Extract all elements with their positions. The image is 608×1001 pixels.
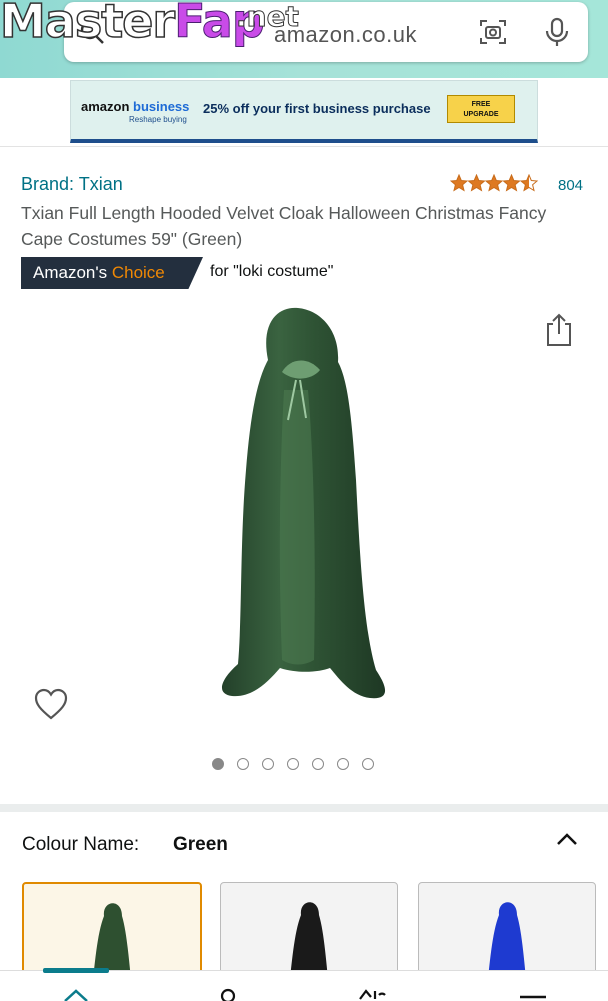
badge-for-text: for "loki costume" xyxy=(210,263,334,280)
product-title: Txian Full Length Hooded Velvet Cloak Ha… xyxy=(21,203,547,249)
ad-logo: amazon business xyxy=(81,99,189,114)
pagination-dot[interactable] xyxy=(337,758,349,770)
image-pagination[interactable] xyxy=(212,758,374,770)
ad-logo-biz: business xyxy=(133,99,190,114)
ad-button-line2: UPGRADE xyxy=(463,111,499,118)
account-icon[interactable] xyxy=(213,985,243,1001)
ad-banner-area: amazon business Reshape buying 25% off y… xyxy=(0,78,608,147)
ad-upgrade-button[interactable]: FREE UPGRADE xyxy=(447,95,515,123)
camera-scan-icon[interactable] xyxy=(478,17,508,47)
share-icon[interactable] xyxy=(543,312,575,348)
badge-label: Amazon's Choice xyxy=(33,263,165,283)
ad-button-line1: FREE xyxy=(471,101,491,108)
brand-link[interactable]: Brand: Txian xyxy=(21,174,123,195)
rating-count-link[interactable]: 804 xyxy=(558,177,583,194)
ad-banner[interactable]: amazon business Reshape buying 25% off y… xyxy=(70,80,538,143)
pagination-dot[interactable] xyxy=(312,758,324,770)
heart-icon[interactable] xyxy=(34,688,68,722)
amazons-choice-badge[interactable]: Amazon's Choice xyxy=(21,257,203,289)
watermark-part1: Master xyxy=(0,0,176,48)
badge-main-text: Amazon's xyxy=(33,263,112,282)
microphone-icon[interactable] xyxy=(542,16,572,48)
pagination-dot[interactable] xyxy=(362,758,374,770)
section-divider xyxy=(0,804,608,812)
pagination-dot[interactable] xyxy=(237,758,249,770)
colour-selected-value: Green xyxy=(173,834,228,855)
badge-accent-text: Choice xyxy=(111,263,165,282)
ad-offer-text: 25% off your first business purchase xyxy=(203,101,431,116)
watermark-suffix: .net xyxy=(236,0,300,34)
ad-logo-sub: Reshape buying xyxy=(129,115,187,124)
rating-stars[interactable] xyxy=(450,174,540,197)
pagination-dot[interactable] xyxy=(212,758,224,770)
pagination-dot[interactable] xyxy=(262,758,274,770)
star-rating-icon xyxy=(450,174,538,191)
chevron-up-icon[interactable] xyxy=(554,828,580,850)
pagination-dot[interactable] xyxy=(287,758,299,770)
colour-label: Colour Name: xyxy=(22,834,140,855)
product-image-cloak[interactable] xyxy=(180,300,420,730)
ad-logo-main: amazon xyxy=(81,99,130,114)
home-icon[interactable] xyxy=(61,985,91,1001)
watermark-logo: MasterFap xyxy=(0,0,265,45)
bottom-nav xyxy=(0,968,608,1001)
cart-icon[interactable] xyxy=(357,985,387,1001)
nav-active-indicator xyxy=(43,968,109,973)
menu-icon[interactable] xyxy=(518,985,548,1001)
